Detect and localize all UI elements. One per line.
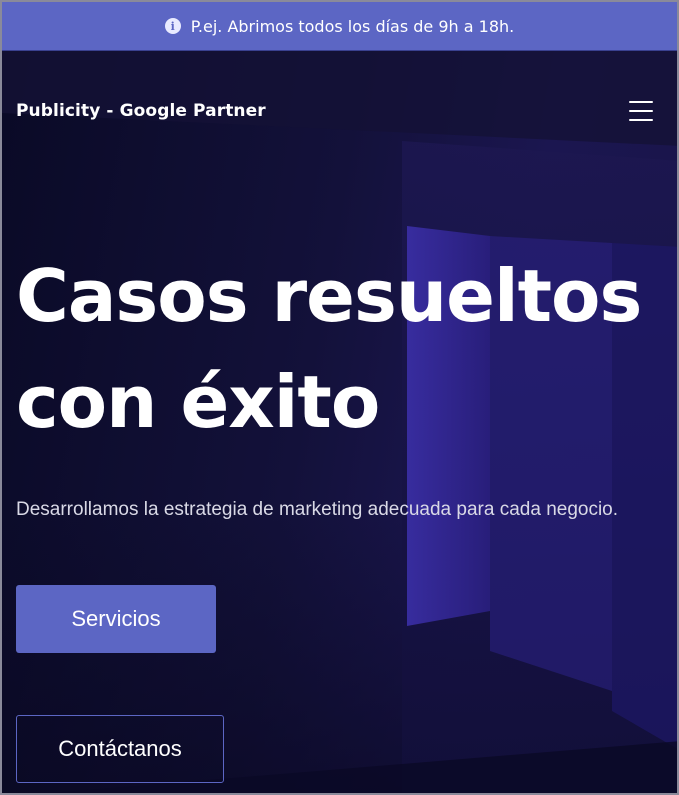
announcement-text: P.ej. Abrimos todos los días de 9h a 18h…: [190, 16, 515, 36]
hero-section: Publicity - Google Partner Casos resuelt…: [2, 51, 677, 793]
site-title[interactable]: Publicity - Google Partner: [16, 101, 266, 121]
hero-headline: Casos resueltos con éxito: [16, 254, 642, 444]
site-header: Publicity - Google Partner: [16, 101, 663, 121]
contact-button[interactable]: Contáctanos: [16, 715, 224, 783]
hero-subtitle: Desarrollamos la estrategia de marketing…: [16, 499, 619, 520]
services-button[interactable]: Servicios: [16, 585, 216, 653]
info-icon: i: [164, 18, 181, 34]
announcement-bar: i P.ej. Abrimos todos los días de 9h a 1…: [2, 2, 677, 51]
page-frame: i P.ej. Abrimos todos los días de 9h a 1…: [0, 0, 679, 795]
hamburger-menu-icon[interactable]: [629, 101, 653, 121]
